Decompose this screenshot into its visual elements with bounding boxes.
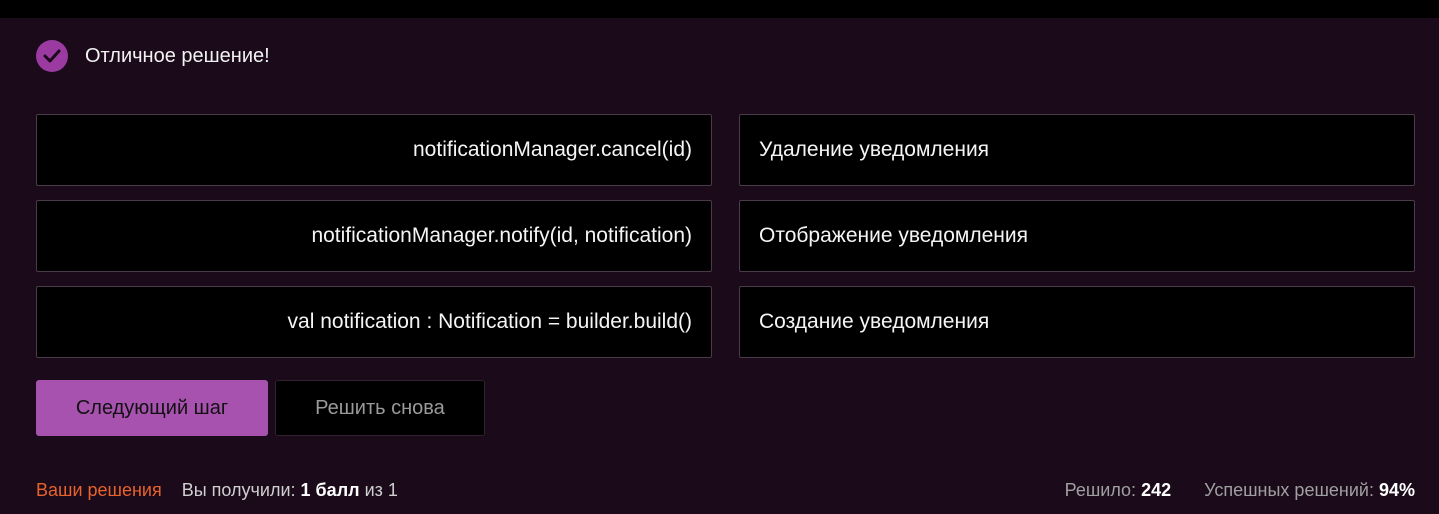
check-circle-icon bbox=[36, 40, 68, 72]
code-cell[interactable]: val notification : Notification = builde… bbox=[36, 286, 712, 358]
pair-row: notificationManager.cancel(id) Удаление … bbox=[36, 114, 1415, 186]
code-cell[interactable]: notificationManager.cancel(id) bbox=[36, 114, 712, 186]
footer-left: Ваши решения Вы получили: 1 балл из 1 bbox=[36, 479, 398, 501]
score-text: Вы получили: 1 балл из 1 bbox=[182, 479, 398, 501]
meaning-cell[interactable]: Отображение уведомления bbox=[739, 200, 1415, 272]
code-cell[interactable]: notificationManager.notify(id, notificat… bbox=[36, 200, 712, 272]
score-value: 1 балл bbox=[300, 480, 360, 500]
pair-row: val notification : Notification = builde… bbox=[36, 286, 1415, 358]
top-bar bbox=[0, 0, 1439, 18]
result-banner: Отличное решение! bbox=[36, 40, 270, 72]
footer: Ваши решения Вы получили: 1 балл из 1 Ре… bbox=[36, 479, 1415, 501]
solved-count: Решило: 242 bbox=[1065, 479, 1172, 501]
solved-value: 242 bbox=[1141, 480, 1172, 500]
meaning-cell[interactable]: Создание уведомления bbox=[739, 286, 1415, 358]
meaning-cell[interactable]: Удаление уведомления bbox=[739, 114, 1415, 186]
success-rate: Успешных решений: 94% bbox=[1204, 479, 1415, 501]
action-buttons: Следующий шаг Решить снова bbox=[36, 380, 485, 436]
next-step-button[interactable]: Следующий шаг bbox=[36, 380, 268, 436]
footer-stats: Решило: 242 Успешных решений: 94% bbox=[1065, 479, 1415, 501]
success-value: 94% bbox=[1378, 480, 1415, 500]
pair-row: notificationManager.notify(id, notificat… bbox=[36, 200, 1415, 272]
solved-label: Решило: bbox=[1064, 480, 1142, 500]
score-suffix: из 1 bbox=[359, 480, 398, 500]
score-prefix: Вы получили: bbox=[181, 480, 301, 500]
result-message: Отличное решение! bbox=[85, 44, 270, 67]
matching-pairs: notificationManager.cancel(id) Удаление … bbox=[36, 114, 1415, 372]
your-solutions-link[interactable]: Ваши решения bbox=[36, 479, 162, 501]
success-label: Успешных решений: bbox=[1204, 480, 1379, 500]
solve-again-button[interactable]: Решить снова bbox=[275, 380, 485, 436]
